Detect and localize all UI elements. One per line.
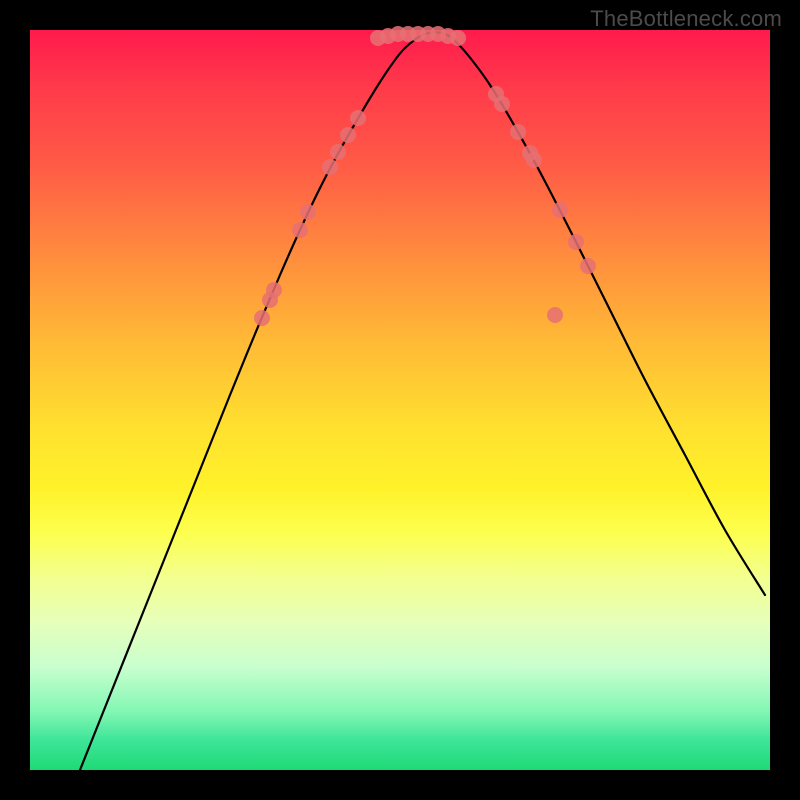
curve-marker	[547, 307, 563, 323]
curve-marker	[266, 282, 282, 298]
curve-marker	[254, 310, 270, 326]
curve-marker	[494, 96, 510, 112]
bottleneck-curve	[80, 32, 765, 770]
curve-marker	[340, 127, 356, 143]
curve-marker	[322, 159, 338, 175]
plot-area	[30, 30, 770, 770]
curve-marker	[300, 204, 316, 220]
curve-marker	[580, 258, 596, 274]
curve-marker	[292, 222, 308, 238]
watermark-text: TheBottleneck.com	[590, 6, 782, 32]
curve-marker	[510, 124, 526, 140]
curve-svg	[30, 30, 770, 770]
curve-marker	[330, 144, 346, 160]
curve-marker	[350, 110, 366, 126]
chart-frame: TheBottleneck.com	[0, 0, 800, 800]
curve-marker	[568, 234, 584, 250]
curve-markers	[254, 26, 596, 326]
curve-marker	[450, 30, 466, 46]
curve-marker	[552, 202, 568, 218]
curve-marker	[526, 152, 542, 168]
